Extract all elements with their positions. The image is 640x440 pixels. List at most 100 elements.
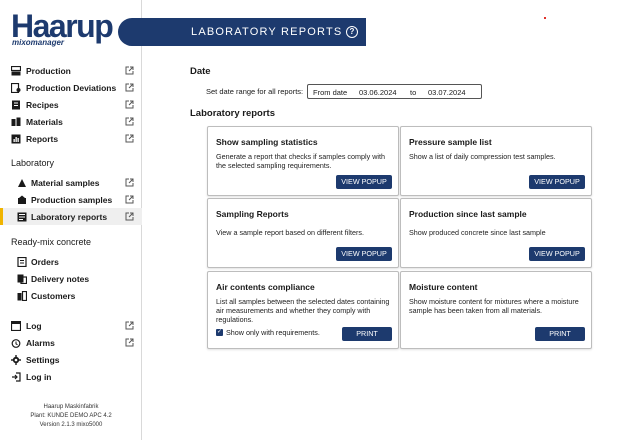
to-date-value[interactable]: 03.07.2024 (428, 88, 466, 97)
orders-icon (17, 256, 27, 267)
nav-item-settings[interactable]: Settings (0, 351, 142, 368)
view-popup-button[interactable]: VIEW POPUP (529, 247, 585, 261)
card-title: Production since last sample (409, 209, 527, 219)
deviations-icon (11, 82, 21, 93)
login-icon (11, 371, 21, 382)
card-pressure-sample-list: Pressure sample list Show a list of dail… (400, 126, 592, 196)
nav-item-reports[interactable]: Reports (0, 130, 142, 147)
nav-label: Delivery notes (31, 273, 90, 284)
nav-label: Production Deviations (26, 82, 117, 93)
open-external-icon[interactable] (125, 212, 134, 221)
view-popup-button[interactable]: VIEW POPUP (336, 247, 392, 261)
nav-label: Orders (31, 256, 59, 267)
laboratory-reports-heading: Laboratory reports (190, 108, 275, 119)
nav-label: Materials (26, 116, 63, 127)
nav-label: Log (26, 320, 42, 331)
open-external-icon[interactable] (125, 66, 134, 75)
date-range-picker[interactable]: From date 03.06.2024 to 03.07.2024 (307, 84, 482, 99)
recipes-icon (11, 100, 21, 110)
nav-item-orders[interactable]: Orders (0, 253, 142, 270)
nav-label: Production (26, 65, 71, 76)
checkbox-checked-icon[interactable]: ✓ (216, 329, 223, 336)
open-external-icon[interactable] (125, 321, 134, 330)
haarup-logo[interactable]: Haarup mixomanager (11, 10, 114, 48)
open-external-icon[interactable] (125, 195, 134, 204)
print-button[interactable]: PRINT (535, 327, 585, 341)
customers-icon (17, 290, 27, 301)
sidebar: Haarup mixomanager Production Production… (0, 0, 142, 440)
card-moisture-content: Moisture content Show moisture content f… (400, 271, 592, 349)
card-description: Generate a report that checks if samples… (216, 152, 385, 170)
nav-item-production[interactable]: Production (0, 62, 142, 79)
laboratory-reports-icon (17, 212, 27, 222)
alarms-icon (11, 338, 21, 348)
nav-item-delivery-notes[interactable]: Delivery notes (0, 270, 142, 287)
from-date-label: From date (313, 88, 348, 97)
card-title: Show sampling statistics (216, 137, 318, 147)
delivery-notes-icon (17, 274, 27, 284)
nav-item-laboratory-reports[interactable]: Laboratory reports (0, 208, 142, 225)
card-title: Pressure sample list (409, 137, 492, 147)
nav-item-materials[interactable]: Materials (0, 113, 142, 130)
material-samples-icon (17, 178, 27, 188)
nav-label: Log in (26, 371, 52, 382)
view-popup-button[interactable]: VIEW POPUP (529, 175, 585, 189)
print-button[interactable]: PRINT (342, 327, 392, 341)
card-title: Air contents compliance (216, 282, 315, 292)
nav-item-log-in[interactable]: Log in (0, 368, 142, 385)
nav-label: Recipes (26, 99, 59, 110)
nav-item-log[interactable]: Log (0, 317, 142, 334)
nav-label: Material samples (31, 177, 100, 188)
settings-icon (11, 354, 21, 365)
nav-ready-mix: Orders Delivery notes Customers (0, 253, 142, 304)
nav-label: Laboratory reports (31, 211, 108, 222)
footer-plant: Plant: KUNDE DEMO APC 4.2 (30, 413, 112, 419)
card-sampling-reports: Sampling Reports View a sample report ba… (207, 198, 399, 268)
section-title-laboratory: Laboratory (11, 158, 55, 168)
nav-label: Reports (26, 133, 59, 144)
help-icon[interactable]: ? (346, 26, 358, 38)
log-icon (11, 320, 21, 331)
nav-item-material-samples[interactable]: Material samples (0, 174, 142, 191)
open-external-icon[interactable] (125, 83, 134, 92)
nav-label: Alarms (26, 337, 55, 348)
page-title: LABORATORY REPORTS (191, 26, 343, 38)
checkbox-label: Show only with requirements. (226, 328, 320, 337)
card-sampling-statistics: Show sampling statistics Generate a repo… (207, 126, 399, 196)
card-description: Show a list of daily compression test sa… (409, 152, 556, 161)
card-air-contents-compliance: Air contents compliance List all samples… (207, 271, 399, 349)
date-range-label: Set date range for all reports: (206, 87, 304, 96)
logo-subtitle: mixomanager (12, 38, 65, 47)
card-description: Show produced concrete since last sample (409, 228, 546, 237)
nav-item-production-samples[interactable]: Production samples (0, 191, 142, 208)
production-icon (11, 65, 21, 76)
materials-icon (11, 117, 21, 127)
open-external-icon[interactable] (125, 100, 134, 109)
nav-item-recipes[interactable]: Recipes (0, 96, 142, 113)
card-title: Moisture content (409, 282, 478, 292)
open-external-icon[interactable] (125, 117, 134, 126)
footer-company: Haarup Maskinfabrik (43, 404, 99, 410)
card-description: View a sample report based on different … (216, 228, 364, 237)
nav-item-alarms[interactable]: Alarms (0, 334, 142, 351)
open-external-icon[interactable] (125, 178, 134, 187)
nav-label: Production samples (31, 194, 113, 205)
card-description: Show moisture content for mixtures where… (409, 297, 579, 315)
to-label: to (410, 88, 417, 97)
nav-item-production-deviations[interactable]: Production Deviations (0, 79, 142, 96)
date-heading: Date (190, 66, 211, 77)
nav-item-customers[interactable]: Customers (0, 287, 142, 304)
card-title: Sampling Reports (216, 209, 289, 219)
open-external-icon[interactable] (125, 134, 134, 143)
nav-bottom: Log Alarms Settings Log in (0, 317, 142, 385)
nav-label: Settings (26, 354, 60, 365)
from-date-value[interactable]: 03.06.2024 (359, 88, 397, 97)
open-external-icon[interactable] (125, 338, 134, 347)
view-popup-button[interactable]: VIEW POPUP (336, 175, 392, 189)
production-samples-icon (17, 195, 27, 205)
section-title-ready-mix: Ready-mix concrete (11, 237, 92, 247)
show-only-with-requirements-checkbox[interactable]: ✓ Show only with requirements. (216, 328, 320, 337)
card-production-since-last-sample: Production since last sample Show produc… (400, 198, 592, 268)
nav-laboratory: Material samples Production samples Labo… (0, 174, 142, 225)
nav-label: Customers (31, 290, 76, 301)
